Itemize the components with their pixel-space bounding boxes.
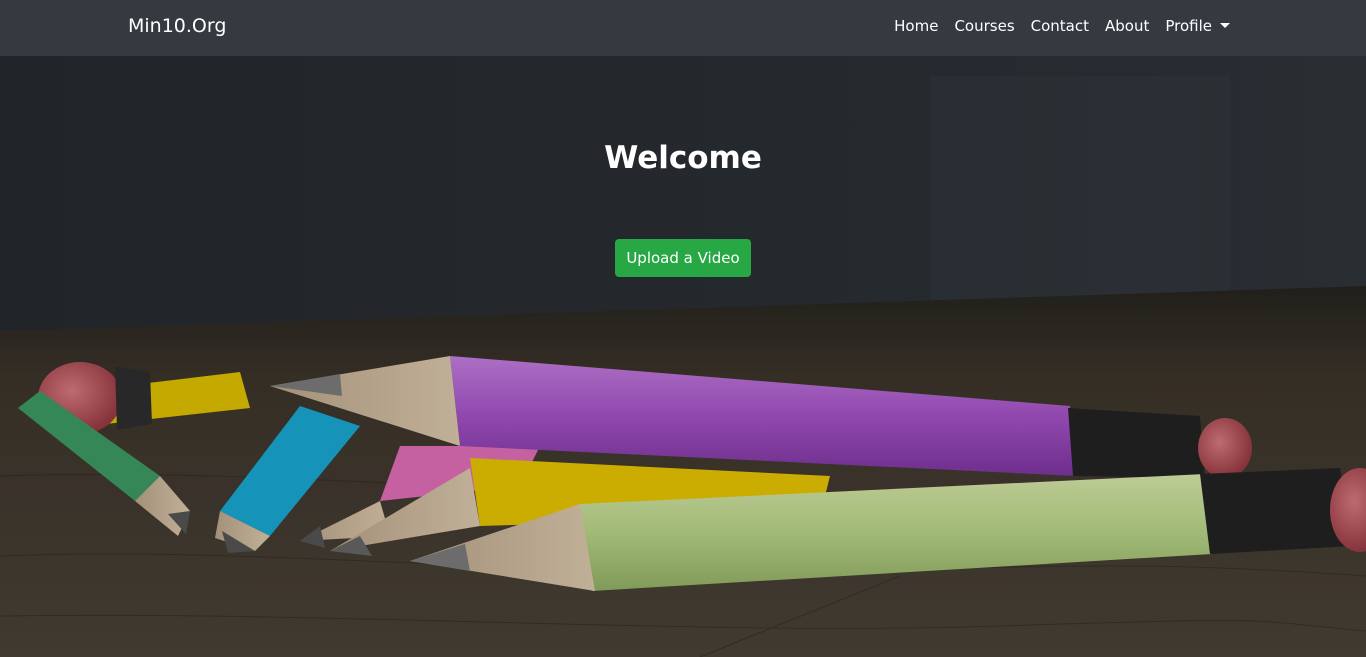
- nav-links: Home Courses Contact About Profile: [894, 17, 1230, 35]
- brand-logo[interactable]: Min10.Org: [128, 15, 226, 37]
- nav-home[interactable]: Home: [894, 17, 938, 35]
- hero-section: Welcome Upload a Video: [0, 56, 1366, 657]
- hero-title: Welcome: [604, 140, 762, 176]
- upload-video-button[interactable]: Upload a Video: [615, 239, 751, 277]
- nav-profile-label: Profile: [1165, 17, 1212, 35]
- nav-courses[interactable]: Courses: [954, 17, 1014, 35]
- top-navbar: Min10.Org Home Courses Contact About Pro…: [0, 0, 1366, 56]
- chevron-down-icon: [1220, 23, 1230, 28]
- nav-contact[interactable]: Contact: [1031, 17, 1089, 35]
- nav-profile-dropdown[interactable]: Profile: [1165, 17, 1230, 35]
- nav-about[interactable]: About: [1105, 17, 1149, 35]
